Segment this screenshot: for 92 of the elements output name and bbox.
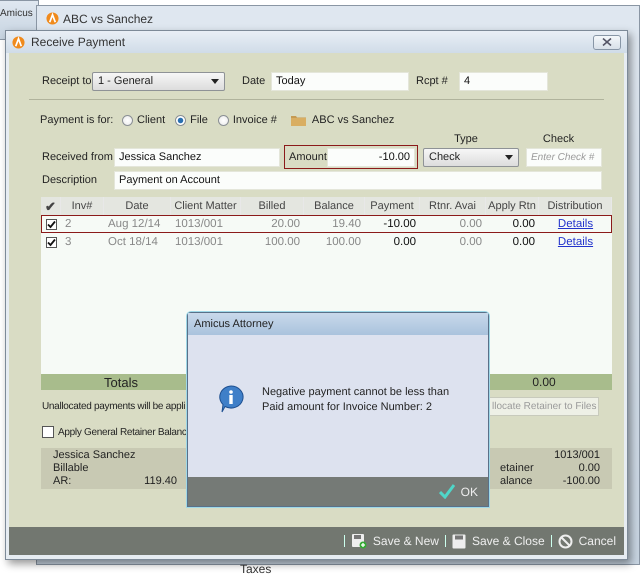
folder-icon [290, 114, 306, 126]
summary-label: etainer [500, 462, 535, 475]
type-dropdown[interactable]: Check [423, 148, 519, 166]
table-cell-text: Oct 18/14 [107, 236, 159, 248]
background-text: Taxes [240, 562, 272, 576]
footer-button[interactable]: Cancel [558, 534, 616, 548]
totals-value: 0.00 [531, 375, 557, 389]
checkbox[interactable] [46, 236, 56, 248]
dialog-title: Amicus Attorney [194, 318, 274, 330]
radio-label: File [190, 114, 208, 126]
radio-label: Client [137, 114, 166, 126]
check-number-field[interactable]: Enter Check # [526, 148, 602, 166]
field-label: Rcpt # [416, 75, 449, 87]
table-cell-text: 1013/001 [174, 236, 224, 248]
cancel-icon [558, 534, 573, 548]
table-cell-text: Aug 12/14 [107, 218, 162, 230]
column-header: Balance [304, 197, 365, 215]
table-cell-text: 0.00 [458, 218, 483, 230]
logo-icon [46, 12, 59, 25]
table-row[interactable]: 3 Oct 18/14 1013/001 100.00 100.00 0.00 0.00 0.00 Details [41, 233, 612, 251]
table-cell-text: -10.00 [382, 218, 417, 230]
table-cell-text: 100.00 [264, 236, 301, 248]
window-title: Receive Payment [31, 35, 126, 49]
radio-button[interactable] [175, 114, 186, 126]
table-cell-text: 0.00 [512, 236, 536, 248]
save-icon [452, 534, 466, 548]
details-link[interactable]: Details [539, 218, 612, 230]
table-cell-text: 100.00 [324, 236, 362, 248]
table-cell-text: 0.00 [512, 218, 536, 230]
client-name: Jessica Sanchez [53, 449, 137, 462]
close-icon [602, 38, 612, 46]
field-label: Receipt to [42, 75, 92, 87]
summary-value: -100.00 [562, 475, 600, 488]
table-cell-text: 20.00 [270, 218, 301, 230]
logo-icon [12, 36, 25, 48]
column-header: Payment [365, 197, 420, 215]
checkmark-icon [438, 484, 455, 499]
field-label: Payment is for: [40, 114, 114, 126]
column-header: Distribution [539, 197, 612, 215]
caret-icon [505, 154, 513, 160]
radio-label: Invoice # [232, 114, 277, 126]
table-cell-text: 19.40 [331, 218, 362, 230]
summary-label: AR: [53, 475, 72, 488]
receipt-dropdown[interactable]: 1 - General [92, 72, 225, 90]
save-add-icon [350, 533, 367, 549]
close-button[interactable] [593, 34, 621, 50]
ok-button[interactable]: OK [438, 484, 478, 499]
table-cell-text: 2 [64, 218, 72, 230]
field-label: Amount [289, 151, 327, 163]
details-link[interactable]: Details [539, 236, 612, 248]
matter-number: 1013/001 [553, 449, 600, 462]
caret-icon [211, 78, 219, 84]
checkbox[interactable] [42, 426, 54, 438]
table-cell-text: 3 [64, 236, 72, 248]
dialog-message: Negative payment cannot be less than Paid amount for Invoice Number: 2 [262, 385, 450, 415]
amount-field[interactable]: -10.00 [327, 148, 415, 166]
checkbox-label: Apply General Retainer Balanc [58, 426, 187, 438]
field-label: Received from [42, 151, 114, 163]
column-header: ✔ [41, 197, 61, 215]
column-header: Inv# [61, 197, 104, 215]
info-icon [218, 385, 244, 413]
radio-button[interactable] [218, 114, 229, 126]
footer-button[interactable]: Save & Close [452, 534, 545, 548]
field-label: Date [242, 75, 266, 87]
note-text: Unallocated payments will be appli [42, 400, 186, 412]
window-title: ABC vs Sanchez [63, 12, 154, 26]
summary-label: alance [500, 475, 534, 488]
column-label: Check [542, 133, 576, 145]
footer-button[interactable]: Save & New [350, 533, 439, 549]
file-name: ABC vs Sanchez [312, 114, 394, 126]
checkbox[interactable] [46, 218, 56, 230]
table-row[interactable]: 2 Aug 12/14 1013/001 20.00 19.40 -10.00 0.00 0.00 Details [41, 215, 612, 233]
column-header: Apply Rtn [486, 197, 539, 215]
column-header: Client Matter [171, 197, 241, 215]
column-header: Rtnr. Avai [420, 197, 486, 215]
column-header: Billed [241, 197, 304, 215]
billing-status: Billable [53, 462, 90, 475]
received-from-field[interactable]: Jessica Sanchez [114, 148, 280, 166]
field-label: Description [42, 174, 98, 186]
column-label: Type [453, 133, 479, 145]
summary-value: 0.00 [578, 462, 600, 475]
table-cell-text: 1013/001 [174, 218, 224, 230]
radio-button[interactable] [122, 114, 133, 126]
table-cell-text: 0.00 [458, 236, 483, 248]
summary-value: 119.40 [143, 475, 177, 488]
totals-label: Totals [103, 374, 139, 390]
receipt-number-field[interactable]: 4 [459, 72, 548, 90]
date-field[interactable]: Today [271, 72, 409, 90]
table-cell-text: 0.00 [392, 236, 417, 248]
window-title: Amicus [0, 8, 33, 19]
description-field[interactable]: Payment on Account [114, 170, 602, 190]
column-header: Date [104, 197, 171, 215]
